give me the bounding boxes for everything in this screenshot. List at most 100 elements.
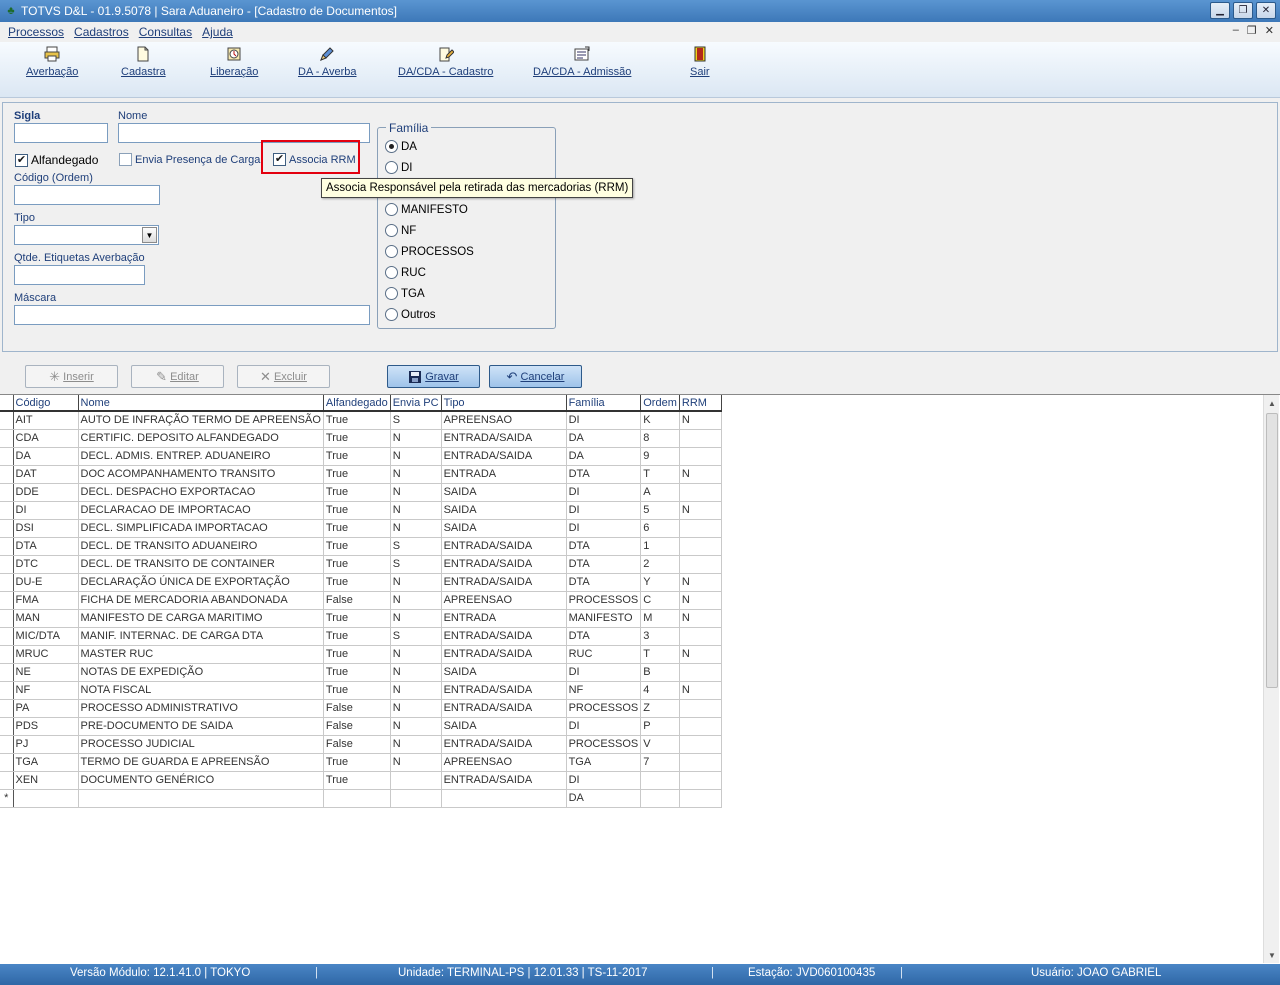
row-indicator[interactable] (0, 771, 14, 790)
table-cell[interactable]: 7 (640, 753, 680, 772)
table-cell[interactable]: Z (640, 699, 680, 718)
table-cell[interactable]: ENTRADA (441, 465, 567, 484)
table-row[interactable]: PA PROCESSO ADMINISTRATIVO False N ENTRADA/S… (0, 699, 722, 718)
table-cell[interactable]: PROCESSO ADMINISTRATIVO (78, 699, 324, 718)
excluir-button[interactable]: ✕ Excluir (237, 365, 330, 388)
table-cell[interactable]: False (323, 717, 391, 736)
table-cell[interactable]: ENTRADA/SAIDA (441, 681, 567, 700)
editar-button[interactable]: ✎ Editar (131, 365, 224, 388)
table-cell[interactable]: PDS (13, 717, 79, 736)
table-cell[interactable]: FICHA DE MERCADORIA ABANDONADA (78, 591, 324, 610)
table-cell[interactable]: True (323, 663, 391, 682)
mdi-close-button[interactable]: ✕ (1265, 24, 1274, 37)
table-cell[interactable]: DAT (13, 465, 79, 484)
table-cell[interactable] (679, 537, 722, 556)
table-cell[interactable]: N (390, 519, 442, 538)
table-cell[interactable]: True (323, 753, 391, 772)
table-cell[interactable]: 4 (640, 681, 680, 700)
inserir-button[interactable]: ✳ Inserir (25, 365, 118, 388)
table-row[interactable]: CDA CERTIFIC. DEPOSITO ALFANDEGADO True N EN… (0, 429, 722, 448)
table-cell[interactable]: MAN (13, 609, 79, 628)
table-cell[interactable]: N (390, 681, 442, 700)
table-cell[interactable]: DTA (566, 555, 642, 574)
table-row[interactable]: * DA (0, 789, 722, 808)
envia-presenca-checkbox[interactable]: ✔ Envia Presença de Carga (119, 153, 260, 166)
toolbar-da-cda-cadastro-button[interactable]: DA/CDA - Cadastro (398, 46, 493, 78)
table-row[interactable]: PDS PRE-DOCUMENTO DE SAIDA False N SAIDA DI P (0, 717, 722, 736)
table-cell[interactable]: True (323, 609, 391, 628)
table-row[interactable]: XEN DOCUMENTO GENÉRICO True ENTRADA/SAIDA DI (0, 771, 722, 790)
row-indicator[interactable] (0, 591, 14, 610)
table-cell[interactable]: DTA (566, 465, 642, 484)
column-header[interactable]: RRM (679, 395, 722, 412)
table-cell[interactable]: SAIDA (441, 663, 567, 682)
restore-button[interactable]: ❐ (1233, 2, 1253, 19)
table-cell[interactable]: ENTRADA/SAIDA (441, 447, 567, 466)
table-cell[interactable]: NOTA FISCAL (78, 681, 324, 700)
table-cell[interactable]: N (390, 735, 442, 754)
table-cell[interactable]: DA (566, 429, 642, 448)
table-cell[interactable]: DTA (566, 627, 642, 646)
row-indicator[interactable] (0, 411, 14, 430)
row-indicator[interactable] (0, 555, 14, 574)
table-cell[interactable]: V (640, 735, 680, 754)
table-cell[interactable]: S (390, 555, 442, 574)
table-cell[interactable]: True (323, 411, 391, 430)
scroll-down-icon[interactable]: ▼ (1264, 947, 1280, 963)
row-indicator[interactable] (0, 573, 14, 592)
table-cell[interactable]: N (390, 573, 442, 592)
table-cell[interactable]: N (390, 429, 442, 448)
row-indicator[interactable] (0, 537, 14, 556)
column-header[interactable]: Nome (78, 395, 324, 412)
table-cell[interactable] (679, 735, 722, 754)
toolbar-cadastra-button[interactable]: Cadastra (121, 46, 166, 78)
table-cell[interactable]: DA (13, 447, 79, 466)
table-cell[interactable]: DECLARAÇÃO ÚNICA DE EXPORTAÇÃO (78, 573, 324, 592)
table-cell[interactable]: NF (566, 681, 642, 700)
table-cell[interactable]: MANIFESTO DE CARGA MARITIMO (78, 609, 324, 628)
row-indicator[interactable] (0, 735, 14, 754)
table-cell[interactable]: S (390, 537, 442, 556)
toolbar-da-cda-admissao-button[interactable]: DA/CDA - Admissão (533, 46, 631, 78)
table-cell[interactable] (679, 789, 722, 808)
table-cell[interactable]: Y (640, 573, 680, 592)
table-cell[interactable]: MIC/DTA (13, 627, 79, 646)
tipo-select[interactable]: ▼ (14, 225, 159, 245)
table-cell[interactable]: True (323, 483, 391, 502)
table-cell[interactable]: DI (566, 483, 642, 502)
table-cell[interactable]: DI (566, 411, 642, 430)
table-cell[interactable] (679, 483, 722, 502)
table-cell[interactable]: MRUC (13, 645, 79, 664)
familia-radio-nf[interactable]: NF (385, 224, 416, 237)
row-indicator[interactable] (0, 609, 14, 628)
table-cell[interactable]: ENTRADA/SAIDA (441, 771, 567, 790)
qtde-etiquetas-input[interactable] (14, 265, 145, 285)
table-cell[interactable]: SAIDA (441, 483, 567, 502)
table-cell[interactable]: TERMO DE GUARDA E APREENSÃO (78, 753, 324, 772)
table-cell[interactable]: DECL. DE TRANSITO DE CONTAINER (78, 555, 324, 574)
scroll-up-icon[interactable]: ▲ (1264, 395, 1280, 411)
table-cell[interactable]: MANIF. INTERNAC. DE CARGA DTA (78, 627, 324, 646)
column-header[interactable]: Família (566, 395, 642, 412)
familia-radio-di[interactable]: DI (385, 161, 413, 174)
table-cell[interactable]: N (390, 699, 442, 718)
table-cell[interactable]: NE (13, 663, 79, 682)
table-cell[interactable]: PJ (13, 735, 79, 754)
table-cell[interactable]: TGA (13, 753, 79, 772)
table-cell[interactable]: RUC (566, 645, 642, 664)
table-row[interactable]: MIC/DTA MANIF. INTERNAC. DE CARGA DTA True… (0, 627, 722, 646)
table-cell[interactable]: True (323, 465, 391, 484)
row-indicator[interactable] (0, 681, 14, 700)
row-indicator[interactable] (0, 429, 14, 448)
table-row[interactable]: AIT AUTO DE INFRAÇÃO TERMO DE APREENSÃO Tr… (0, 411, 722, 430)
table-row[interactable]: DDE DECL. DESPACHO EXPORTACAO True N SAIDA DI… (0, 483, 722, 502)
row-indicator[interactable] (0, 645, 14, 664)
familia-radio-manifesto[interactable]: MANIFESTO (385, 203, 468, 216)
table-cell[interactable]: DOC ACOMPANHAMENTO TRANSITO (78, 465, 324, 484)
table-cell[interactable]: PA (13, 699, 79, 718)
table-cell[interactable]: ENTRADA/SAIDA (441, 735, 567, 754)
table-cell[interactable]: CERTIFIC. DEPOSITO ALFANDEGADO (78, 429, 324, 448)
table-cell[interactable]: DI (566, 519, 642, 538)
table-cell[interactable] (679, 519, 722, 538)
table-cell[interactable]: DI (566, 717, 642, 736)
